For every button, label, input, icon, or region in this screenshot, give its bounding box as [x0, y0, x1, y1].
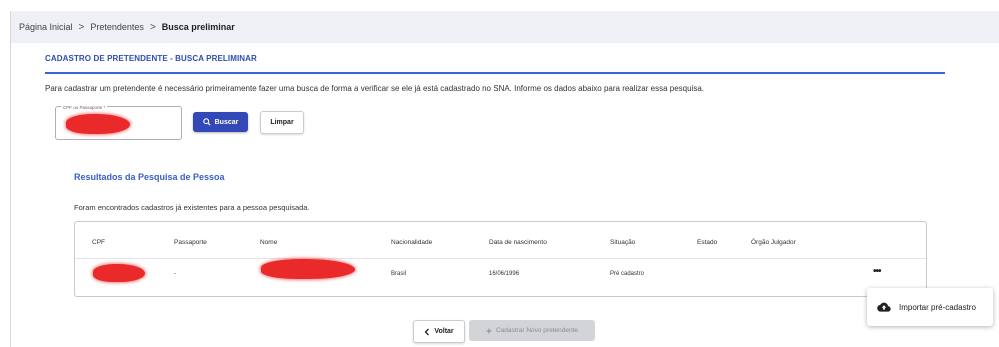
- column-header-passaporte: Passaporte: [174, 239, 207, 246]
- results-title: Resultados da Pesquisa de Pessoa: [74, 172, 225, 182]
- page-title: CADASTRO DE PRETENDENTE - BUSCA PRELIMIN…: [45, 54, 257, 63]
- breadcrumb-current: Busca preliminar: [161, 22, 235, 32]
- cpf-passaporte-input[interactable]: CPF ou Passaporte *: [55, 105, 182, 140]
- results-note: Foram encontrados cadastros já existente…: [74, 203, 310, 212]
- back-button[interactable]: Voltar: [413, 320, 465, 343]
- column-header-situacao: Situação: [610, 239, 636, 246]
- row-actions-menu: Importar pré-cadastro: [867, 288, 993, 326]
- breadcrumb-pretendentes-link[interactable]: Pretendentes: [86, 22, 148, 32]
- chevron-right-icon: >: [149, 21, 156, 33]
- clear-button-label: Limpar: [270, 119, 294, 126]
- redacted-cpf: [93, 264, 145, 282]
- redacted-nome: [261, 259, 355, 279]
- search-icon: [202, 118, 211, 126]
- add-pretendente-button[interactable]: Cadastrar Novo pretendente: [469, 320, 595, 341]
- cell-situacao: Pré cadastro: [610, 271, 645, 277]
- results-table: CPF Passaporte Nome Nacionalidade Data d…: [74, 221, 927, 297]
- column-header-estado: Estado: [697, 239, 718, 246]
- redacted-value: [66, 114, 130, 134]
- breadcrumb-home-link[interactable]: Página Inicial: [11, 22, 77, 32]
- intro-text: Para cadastrar um pretendente é necessár…: [45, 84, 705, 93]
- chevron-right-icon: >: [78, 21, 85, 33]
- column-header-nacionalidade: Nacionalidade: [391, 239, 433, 246]
- cpf-field-label: CPF ou Passaporte *: [61, 105, 108, 110]
- plus-icon: [486, 328, 492, 333]
- column-header-data-nascimento: Data de nascimento: [489, 239, 547, 246]
- column-header-nome: Nome: [260, 239, 278, 246]
- cell-nacionalidade: Brasil: [391, 271, 407, 277]
- search-button-label: Buscar: [214, 118, 239, 126]
- add-pretendente-label: Cadastrar Novo pretendente: [495, 327, 579, 334]
- breadcrumb: Página Inicial > Pretendentes > Busca pr…: [10, 11, 999, 43]
- column-header-orgao-julgador: Órgão Julgador: [751, 239, 796, 246]
- clear-button[interactable]: Limpar: [260, 111, 304, 134]
- importar-pre-cadastro-item[interactable]: Importar pré-cadastro: [899, 303, 976, 312]
- chevron-left-icon: [424, 328, 430, 335]
- row-actions-button[interactable]: •••: [873, 266, 881, 277]
- header-divider: [75, 258, 926, 259]
- search-button[interactable]: Buscar: [193, 112, 248, 132]
- top-strip: [0, 0, 999, 11]
- title-divider: [45, 72, 945, 74]
- cell-data-nascimento: 16/06/1996: [489, 271, 520, 277]
- cell-passaporte: -: [174, 271, 176, 277]
- cloud-upload-icon: [877, 302, 891, 312]
- column-header-cpf: CPF: [92, 239, 105, 246]
- back-button-label: Voltar: [434, 328, 454, 335]
